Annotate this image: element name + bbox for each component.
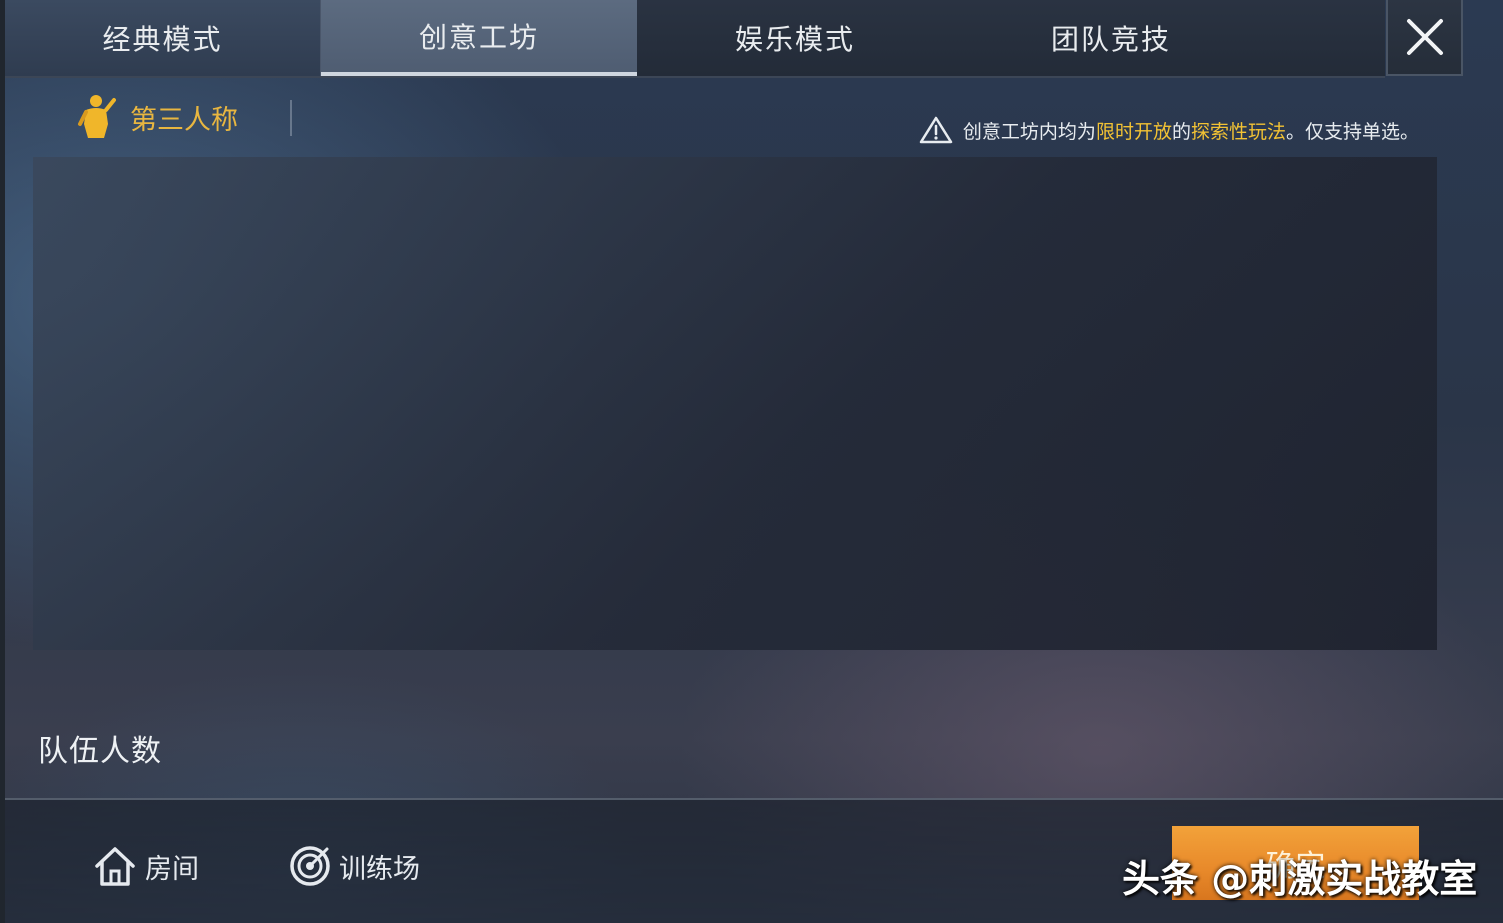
training-ground-button[interactable]: 训练场: [289, 836, 420, 896]
character-icon: [78, 95, 116, 138]
training-label: 训练场: [339, 853, 420, 885]
team-size-label: 队伍人数: [38, 734, 162, 769]
watermark: 头条 @刺激实战教室: [1122, 857, 1478, 901]
target-icon: [290, 846, 330, 886]
room-button[interactable]: 房间: [93, 836, 199, 896]
divider: [290, 100, 292, 136]
tab-classic-mode[interactable]: 经典模式: [5, 0, 321, 76]
workshop-notice: 创意工坊内均为 限时开放的探索性玩法 。仅支持单选。: [919, 114, 1419, 146]
notice-text-3: 。仅支持单选。: [1285, 120, 1419, 143]
home-icon: [95, 847, 135, 886]
notice-text-1: 创意工坊内均为: [962, 120, 1096, 143]
notice-text-2: 的: [1171, 120, 1191, 143]
game-mode-selection-screen: 经典模式 创意工坊 娱乐模式 团队竞技 第三人称 创意工坊内均为 限时开放的探索性…: [0, 0, 1503, 923]
close-button[interactable]: [1386, 0, 1463, 76]
mode-tab-bar: 经典模式 创意工坊 娱乐模式 团队竞技: [5, 0, 1385, 78]
warning-icon: [919, 116, 953, 144]
left-edge: [0, 0, 5, 923]
tab-creative-workshop[interactable]: 创意工坊: [321, 0, 637, 76]
mode-list-panel: [33, 157, 1437, 650]
perspective-selector[interactable]: 第三人称: [76, 94, 238, 140]
perspective-label: 第三人称: [130, 104, 238, 136]
notice-highlight-exploratory: 探索性玩法: [1190, 120, 1286, 143]
room-label: 房间: [145, 853, 199, 885]
tab-team-deathmatch[interactable]: 团队竞技: [953, 0, 1269, 76]
notice-highlight-limited: 限时开放: [1095, 120, 1172, 143]
tab-entertainment-mode[interactable]: 娱乐模式: [637, 0, 953, 76]
close-icon: [1406, 19, 1443, 55]
